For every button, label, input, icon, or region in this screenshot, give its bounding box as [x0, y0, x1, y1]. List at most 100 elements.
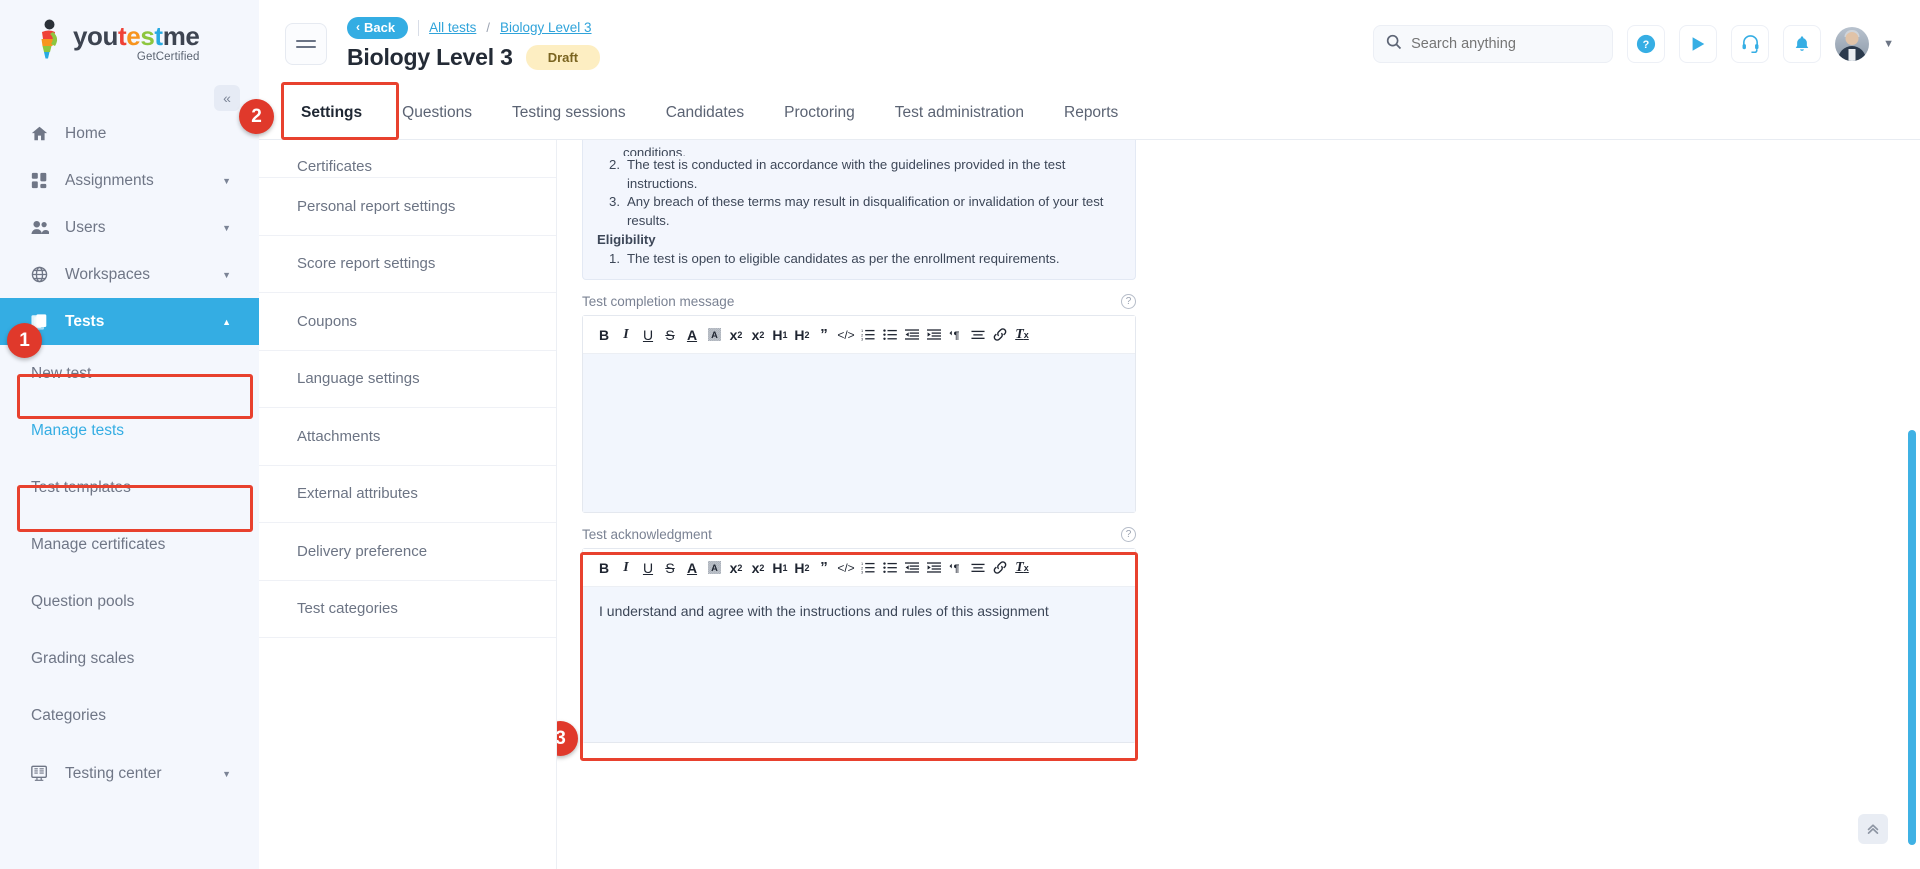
italic-icon[interactable]: I [615, 554, 637, 582]
settings-item-test-categories[interactable]: Test categories [259, 581, 556, 638]
subscript-icon[interactable]: x2 [725, 554, 747, 582]
sidebar-item-grading-scales[interactable]: Grading scales [0, 630, 259, 687]
test-acknowledgment-editor[interactable]: B I U S A A x2 x2 H1 H 2 ” </> 1 2 3 ¶ T… [582, 548, 1136, 743]
test-completion-message-input[interactable] [583, 354, 1135, 512]
play-icon[interactable] [1679, 24, 1718, 63]
text-color-icon[interactable]: A [681, 321, 703, 349]
heading-1-icon[interactable]: H1 [769, 554, 791, 582]
subscript-icon[interactable]: x2 [725, 321, 747, 349]
bullet-list-icon[interactable] [879, 321, 901, 349]
settings-item-language-settings[interactable]: Language settings [259, 351, 556, 408]
sidebar-item-home[interactable]: Home [0, 110, 259, 157]
tab-reports[interactable]: Reports [1044, 87, 1138, 140]
test-completion-message-editor[interactable]: B I U S A A x2 x2 H1 H2 ” </> 1 2 3 ¶ T … [582, 315, 1136, 513]
heading-2-icon[interactable]: H2 [791, 554, 813, 582]
link-icon[interactable] [989, 554, 1011, 582]
code-block-icon[interactable]: </> [835, 554, 857, 582]
chevron-down-icon[interactable]: ▼ [1883, 38, 1894, 50]
sidebar-item-users[interactable]: Users ▼ [0, 204, 259, 251]
sidebar-item-question-pools[interactable]: Question pools [0, 573, 259, 630]
settings-item-coupons[interactable]: Coupons [259, 293, 556, 351]
acknowledgment-label: Test acknowledgment [582, 527, 712, 542]
sidebar-item-manage-certificates[interactable]: Manage certificates [0, 516, 259, 573]
strikethrough-icon[interactable]: S [659, 321, 681, 349]
outdent-icon[interactable] [901, 554, 923, 582]
search-input[interactable] [1411, 35, 1601, 52]
clear-format-icon[interactable]: Tx [1011, 554, 1033, 582]
avatar[interactable] [1835, 26, 1870, 61]
chevron-down-icon[interactable]: ▼ [222, 223, 231, 233]
settings-item-external-attributes[interactable]: External attributes [259, 466, 556, 523]
menu-toggle-icon[interactable] [285, 22, 327, 65]
sidebar-item-workspaces[interactable]: Workspaces ▼ [0, 251, 259, 298]
bullet-list-icon[interactable] [879, 554, 901, 582]
notification-bell-icon[interactable] [1783, 24, 1822, 63]
settings-item-attachments[interactable]: Attachments [259, 408, 556, 466]
italic-icon[interactable]: I [615, 321, 637, 349]
breadcrumb-current-test[interactable]: Biology Level 3 [500, 20, 592, 35]
align-icon[interactable] [967, 554, 989, 582]
text-color-icon[interactable]: A [681, 554, 703, 582]
text-direction-icon[interactable]: ¶ [945, 554, 967, 582]
tab-settings[interactable]: Settings [281, 87, 382, 140]
vertical-scrollbar-thumb[interactable] [1908, 430, 1916, 845]
settings-item-score-report-settings[interactable]: Score report settings [259, 236, 556, 293]
heading-2-icon[interactable]: H2 [791, 321, 813, 349]
chevron-down-icon[interactable]: ▼ [222, 270, 231, 280]
sidebar-collapse-icon[interactable]: « [214, 85, 240, 111]
ordered-list-icon[interactable]: 123 [857, 554, 879, 582]
tab-testing-sessions[interactable]: Testing sessions [492, 87, 646, 140]
strikethrough-icon[interactable]: S [659, 554, 681, 582]
chevron-down-icon[interactable]: ▼ [222, 176, 231, 186]
indent-icon[interactable] [923, 321, 945, 349]
settings-item-delivery-preference[interactable]: Delivery preference [259, 523, 556, 581]
superscript-icon[interactable]: x2 [747, 554, 769, 582]
blockquote-icon[interactable]: ” [813, 554, 835, 582]
brand-part-t2: t [154, 21, 163, 51]
text-direction-icon[interactable]: ¶ [945, 321, 967, 349]
bold-icon[interactable]: B [593, 321, 615, 349]
chevron-up-icon[interactable]: ▲ [222, 317, 231, 327]
breadcrumb-all-tests[interactable]: All tests [429, 20, 476, 35]
sidebar-item-new-test[interactable]: New test [0, 345, 259, 402]
back-button[interactable]: ‹ Back [347, 16, 409, 39]
highlight-color-icon[interactable]: A [703, 321, 725, 349]
blockquote-icon[interactable]: ” [813, 321, 835, 349]
settings-item-personal-report-settings[interactable]: Personal report settings [259, 178, 556, 236]
underline-icon[interactable]: U [637, 554, 659, 582]
code-block-icon[interactable]: </> [835, 321, 857, 349]
sidebar-item-manage-tests[interactable]: Manage tests [0, 402, 259, 459]
search-box[interactable] [1373, 24, 1614, 63]
help-icon[interactable]: ? [1121, 294, 1136, 309]
highlight-color-icon[interactable]: A [703, 554, 725, 582]
tab-label: Testing sessions [511, 104, 626, 121]
help-icon[interactable]: ? [1627, 24, 1666, 63]
sidebar-item-assignments[interactable]: Assignments ▼ [0, 157, 259, 204]
settings-item-certificates[interactable]: Certificates [259, 140, 556, 178]
heading-1-icon[interactable]: H1 [769, 321, 791, 349]
support-headset-icon[interactable] [1731, 24, 1770, 63]
superscript-icon[interactable]: x2 [747, 321, 769, 349]
indent-icon[interactable] [923, 554, 945, 582]
clear-format-icon[interactable]: Tx [1011, 321, 1033, 349]
help-icon[interactable]: ? [1121, 527, 1136, 542]
align-icon[interactable] [967, 321, 989, 349]
scroll-to-top-button[interactable] [1858, 814, 1888, 844]
tab-questions[interactable]: Questions [382, 87, 492, 140]
bold-icon[interactable]: B [593, 554, 615, 582]
sidebar-item-categories[interactable]: Categories [0, 687, 259, 744]
settings-form: conditions. 2. The test is conducted in … [557, 140, 1920, 869]
brand-logo[interactable]: youtestme GetCertified [0, 0, 259, 82]
tab-test-administration[interactable]: Test administration [875, 87, 1044, 140]
outdent-icon[interactable] [901, 321, 923, 349]
test-acknowledgment-section: Test acknowledgment ? B I U S A A x 2 x … [580, 527, 1920, 761]
chevron-down-icon[interactable]: ▼ [222, 769, 231, 779]
ordered-list-icon[interactable]: 123 [857, 321, 879, 349]
tab-candidates[interactable]: Candidates [646, 87, 764, 140]
tab-proctoring[interactable]: Proctoring [764, 87, 875, 140]
link-icon[interactable] [989, 321, 1011, 349]
test-acknowledgment-input[interactable]: I understand and agree with the instruct… [583, 587, 1135, 742]
sidebar-item-testing-center[interactable]: Testing center ▼ [0, 750, 259, 797]
underline-icon[interactable]: U [637, 321, 659, 349]
sidebar-item-test-templates[interactable]: Test templates [0, 459, 259, 516]
